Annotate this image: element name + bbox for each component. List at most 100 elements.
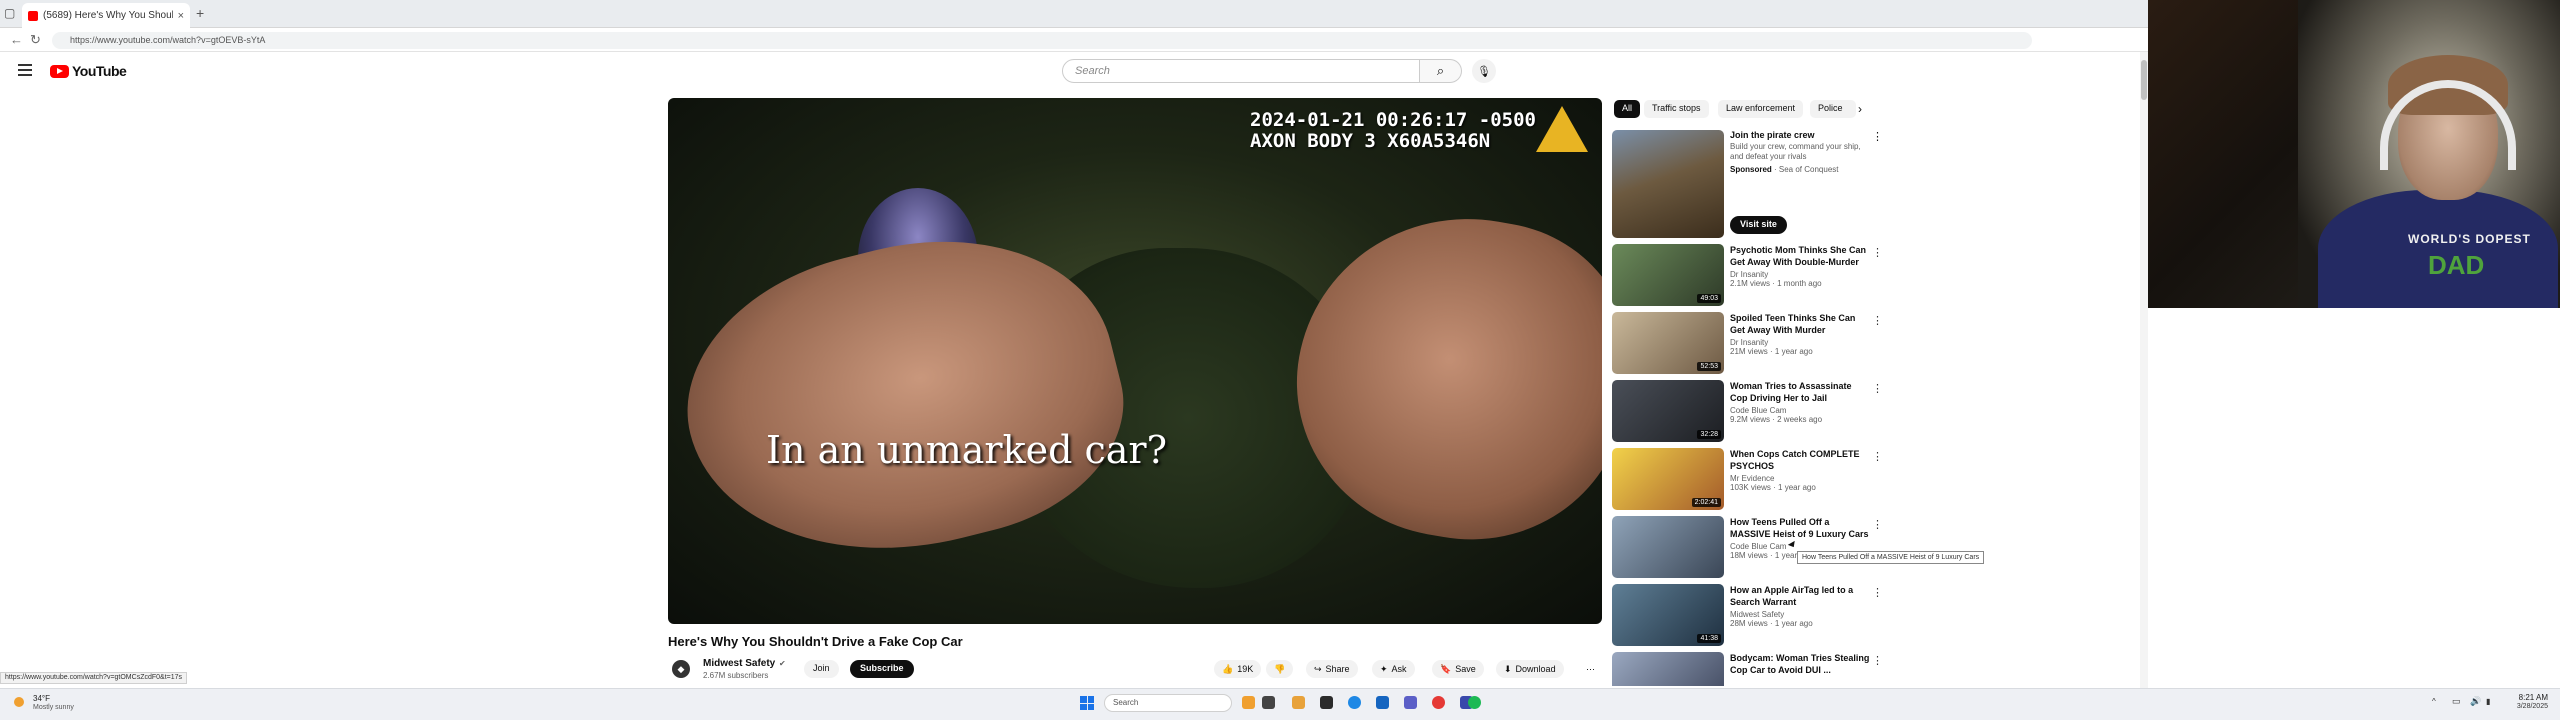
join-button[interactable]: Join	[804, 660, 839, 678]
windows-start-icon[interactable]	[1080, 696, 1094, 710]
spotify-icon[interactable]	[1468, 696, 1481, 709]
rec-channel[interactable]: Dr Insanity	[1730, 270, 1870, 279]
weather-sun-icon[interactable]	[14, 697, 24, 707]
search-button[interactable]: ⌕	[1420, 59, 1462, 83]
youtube-play-icon	[50, 64, 69, 78]
more-vertical-icon[interactable]: ⋮	[1872, 314, 1883, 327]
voice-search-button[interactable]: 🎙	[1472, 59, 1496, 83]
back-icon[interactable]: ←	[10, 32, 23, 47]
task-view-icon[interactable]	[1262, 696, 1275, 709]
duration-badge: 32:28	[1697, 430, 1721, 439]
ad-thumbnail[interactable]	[1612, 130, 1724, 238]
chevron-up-icon[interactable]: ^	[2432, 697, 2436, 706]
volume-icon[interactable]: 🔊	[2470, 696, 2481, 707]
rec-title[interactable]: Psychotic Mom Thinks She Can Get Away Wi…	[1730, 244, 1870, 268]
more-actions-button[interactable]: ⋯	[1578, 660, 1603, 678]
channel-name[interactable]: Midwest Safety	[703, 658, 775, 669]
rec-title[interactable]: How Teens Pulled Off a MASSIVE Heist of …	[1730, 516, 1870, 540]
video-thumbnail[interactable]: 41:38	[1612, 584, 1724, 646]
ad-sponsored-label: Sponsored	[1730, 165, 1772, 174]
video-thumbnail[interactable]: 49:03	[1612, 244, 1724, 306]
like-count: 19K	[1237, 664, 1254, 674]
reload-icon[interactable]: ↻	[30, 32, 41, 48]
youtube-logo[interactable]: YouTube	[50, 63, 127, 79]
rec-channel[interactable]: Dr Insanity	[1730, 338, 1870, 347]
more-vertical-icon[interactable]: ⋮	[1872, 246, 1883, 259]
more-vertical-icon[interactable]: ⋮	[1872, 518, 1883, 531]
rec-title[interactable]: When Cops Catch COMPLETE PSYCHOS	[1730, 448, 1870, 472]
discord-icon[interactable]	[1404, 696, 1417, 709]
file-explorer-icon[interactable]	[1320, 696, 1333, 709]
share-button[interactable]: ↪ Share	[1306, 660, 1358, 678]
rec-title[interactable]: How an Apple AirTag led to a Search Warr…	[1730, 584, 1870, 608]
video-thumbnail[interactable]	[1612, 652, 1724, 686]
bookmark-icon: 🔖	[1440, 663, 1452, 674]
chevron-right-icon[interactable]: ›	[1858, 102, 1862, 116]
rec-title[interactable]: Bodycam: Woman Tries Stealing Cop Car to…	[1730, 652, 1870, 676]
rec-channel[interactable]: Code Blue Cam	[1730, 542, 1870, 551]
browser-tab-active[interactable]: (5689) Here's Why You Shoul ×	[22, 3, 190, 28]
weather-description[interactable]: Mostly sunny	[33, 704, 74, 711]
duration-badge: 41:38	[1697, 634, 1721, 643]
chrome-icon[interactable]	[1432, 696, 1445, 709]
chip-all[interactable]: All	[1614, 100, 1641, 118]
video-thumbnail[interactable]: 32:28	[1612, 380, 1724, 442]
more-vertical-icon[interactable]: ⋮	[1872, 130, 1883, 143]
lightbulb-icon[interactable]	[1242, 696, 1255, 709]
visit-site-button[interactable]: Visit site	[1730, 216, 1787, 234]
chip-police[interactable]: Police	[1810, 100, 1856, 118]
scrollbar-thumb[interactable]	[2141, 60, 2147, 100]
search-input[interactable]: Search	[1062, 59, 1420, 83]
more-vertical-icon[interactable]: ⋮	[1872, 654, 1882, 667]
network-icon[interactable]: ▭	[2452, 696, 2461, 707]
more-horizontal-icon: ⋯	[1586, 663, 1595, 674]
more-vertical-icon[interactable]: ⋮	[1872, 450, 1883, 463]
weather-temp[interactable]: 34°F	[33, 694, 50, 703]
store-icon[interactable]	[1376, 696, 1389, 709]
edge-icon[interactable]	[1348, 696, 1361, 709]
channel-avatar[interactable]: ◆	[672, 660, 690, 678]
video-player[interactable]: 2024-01-21 00:26:17 -0500 AXON BODY 3 X6…	[668, 98, 1602, 624]
url-field[interactable]: https://www.youtube.com/watch?v=gtOEVB-s…	[52, 32, 2032, 49]
battery-icon[interactable]: ▮	[2486, 697, 2490, 706]
hamburger-menu-icon[interactable]	[18, 64, 32, 76]
search-icon: ⌕	[1436, 63, 1445, 78]
new-tab-button[interactable]: +	[196, 5, 204, 21]
page-scrollbar[interactable]	[2140, 52, 2148, 688]
dislike-button[interactable]: 👎	[1266, 660, 1294, 678]
ask-button[interactable]: ✦ Ask	[1372, 660, 1415, 678]
more-vertical-icon[interactable]: ⋮	[1872, 586, 1883, 599]
rec-title[interactable]: Spoiled Teen Thinks She Can Get Away Wit…	[1730, 312, 1870, 336]
video-thumbnail[interactable]: 52:53	[1612, 312, 1724, 374]
copilot-icon[interactable]	[1292, 696, 1305, 709]
video-thumbnail[interactable]	[1612, 516, 1724, 578]
video-thumbnail[interactable]: 2:02:41	[1612, 448, 1724, 510]
rec-channel[interactable]: Code Blue Cam	[1730, 406, 1870, 415]
rec-channel[interactable]: Midwest Safety	[1730, 610, 1870, 619]
clock-date[interactable]: 3/28/2025	[2506, 703, 2548, 710]
download-button[interactable]: ⬇ Download	[1496, 660, 1564, 678]
save-button[interactable]: 🔖 Save	[1432, 660, 1484, 678]
share-label: Share	[1325, 664, 1350, 674]
clock-time[interactable]: 8:21 AM	[2512, 693, 2548, 702]
rec-meta: 103K views · 1 year ago	[1730, 483, 1816, 492]
rec-title[interactable]: Woman Tries to Assassinate Cop Driving H…	[1730, 380, 1870, 404]
webcam-overlay: WORLD'S DOPEST DAD	[2148, 0, 2560, 308]
taskbar-search[interactable]: Search	[1104, 694, 1232, 712]
rec-channel[interactable]: Mr Evidence	[1730, 474, 1870, 483]
more-vertical-icon[interactable]: ⋮	[1872, 382, 1883, 395]
ad-title: Join the pirate crew	[1730, 130, 1815, 140]
like-button[interactable]: 👍 19K	[1214, 660, 1262, 678]
chip-traffic-stops[interactable]: Traffic stops	[1644, 100, 1709, 118]
ad-info[interactable]: Join the pirate crew Build your crew, co…	[1730, 130, 1870, 174]
ad-advertiser: Sea of Conquest	[1778, 165, 1839, 174]
subscribe-button[interactable]: Subscribe	[850, 660, 914, 678]
tab-list-icon[interactable]: ▢	[4, 6, 15, 20]
rec-meta: 28M views · 1 year ago	[1730, 619, 1813, 628]
list-item[interactable]: Bodycam: Woman Tries Stealing Cop Car to…	[1612, 652, 1882, 686]
youtube-logo-text: YouTube	[72, 63, 127, 79]
person-hoodie	[2318, 190, 2558, 308]
close-tab-icon[interactable]: ×	[178, 10, 184, 22]
chip-law-enforcement[interactable]: Law enforcement	[1718, 100, 1804, 118]
address-bar-row: ← ↻ https://www.youtube.com/watch?v=gtOE…	[0, 28, 2148, 52]
